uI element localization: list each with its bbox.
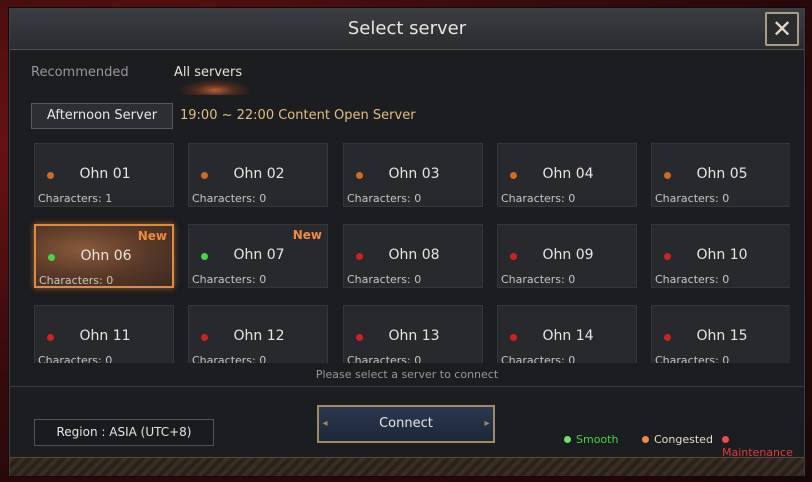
character-count: Characters: 0 <box>501 273 576 286</box>
server-name: Ohn 05 <box>696 166 748 182</box>
server-name: Ohn 04 <box>542 166 594 182</box>
server-group-button[interactable]: Afternoon Server <box>31 103 173 129</box>
character-count: Characters: 0 <box>655 192 730 205</box>
server-name: Ohn 06 <box>80 248 132 264</box>
divider <box>10 386 804 387</box>
server-name: Ohn 09 <box>542 247 594 263</box>
tab-all-servers[interactable]: All servers <box>174 65 242 80</box>
server-card[interactable]: Ohn 03 Characters: 0 <box>343 143 483 207</box>
character-count: Characters: 0 <box>501 192 576 205</box>
server-card[interactable]: Ohn 10 Characters: 0 <box>651 224 790 288</box>
tab-recommended[interactable]: Recommended <box>31 65 129 80</box>
server-name: Ohn 14 <box>542 328 594 344</box>
connect-button[interactable]: ◂ Connect ▸ <box>317 405 495 443</box>
character-count: Characters: 0 <box>347 192 422 205</box>
server-name: Ohn 13 <box>388 328 440 344</box>
active-tab-indicator <box>178 79 252 95</box>
maintenance-dot-icon <box>722 435 729 443</box>
smooth-dot-icon <box>564 435 571 443</box>
server-name: Ohn 01 <box>79 166 131 182</box>
congested-dot-icon <box>642 435 649 443</box>
dialog-title: Select server <box>347 18 467 39</box>
select-server-dialog: Select server ✕ Recommended All servers … <box>9 8 805 476</box>
server-card[interactable]: Ohn 06 Characters: 0 New <box>34 224 174 288</box>
new-badge: New <box>292 228 322 242</box>
character-count: Characters: 0 <box>655 354 730 363</box>
server-card[interactable]: Ohn 11 Characters: 0 <box>34 305 174 363</box>
new-badge: New <box>137 229 167 243</box>
server-card[interactable]: Ohn 05 Characters: 0 <box>651 143 790 207</box>
server-name: Ohn 15 <box>696 328 748 344</box>
left-cap-icon: ◂ <box>322 418 328 429</box>
server-card[interactable]: Ohn 08 Characters: 0 <box>343 224 483 288</box>
connect-label: Connect <box>379 416 433 431</box>
legend-smooth: Smooth <box>564 433 618 446</box>
connect-hint: Please select a server to connect <box>315 368 499 381</box>
server-card[interactable]: Ohn 01 Characters: 1 <box>34 143 174 207</box>
server-card[interactable]: Ohn 07 Characters: 0 New <box>188 224 328 288</box>
region-selector[interactable]: Region : ASIA (UTC+8) <box>34 419 214 446</box>
decorative-border <box>10 457 804 476</box>
legend-maintenance: Maintenance <box>722 433 804 459</box>
character-count: Characters: 0 <box>192 354 267 363</box>
server-grid: Ohn 01 Characters: 1 Ohn 02 Characters: 0 Oh… <box>30 143 790 363</box>
right-cap-icon: ▸ <box>484 418 490 429</box>
server-card[interactable]: Ohn 09 Characters: 0 <box>497 224 637 288</box>
server-name: Ohn 10 <box>696 247 748 263</box>
character-count: Characters: 1 <box>38 192 113 205</box>
server-card[interactable]: Ohn 14 Characters: 0 <box>497 305 637 363</box>
server-name: Ohn 08 <box>388 247 440 263</box>
server-name: Ohn 07 <box>233 247 285 263</box>
character-count: Characters: 0 <box>38 354 113 363</box>
server-name: Ohn 02 <box>233 166 285 182</box>
server-card[interactable]: Ohn 15 Characters: 0 <box>651 305 790 363</box>
server-name: Ohn 12 <box>233 328 285 344</box>
character-count: Characters: 0 <box>39 274 114 287</box>
legend-label: Smooth <box>576 433 619 446</box>
character-count: Characters: 0 <box>347 273 422 286</box>
server-name: Ohn 03 <box>388 166 440 182</box>
character-count: Characters: 0 <box>347 354 422 363</box>
character-count: Characters: 0 <box>501 354 576 363</box>
server-card[interactable]: Ohn 13 Characters: 0 <box>343 305 483 363</box>
character-count: Characters: 0 <box>655 273 730 286</box>
server-group-description: 19:00 ~ 22:00 Content Open Server <box>180 108 416 123</box>
server-name: Ohn 11 <box>79 328 131 344</box>
title-bar: Select server ✕ <box>10 9 804 50</box>
character-count: Characters: 0 <box>192 273 267 286</box>
server-card[interactable]: Ohn 02 Characters: 0 <box>188 143 328 207</box>
server-card[interactable]: Ohn 04 Characters: 0 <box>497 143 637 207</box>
legend-label: Congested <box>654 433 713 446</box>
server-card[interactable]: Ohn 12 Characters: 0 <box>188 305 328 363</box>
close-icon: ✕ <box>771 15 793 43</box>
character-count: Characters: 0 <box>192 192 267 205</box>
close-button[interactable]: ✕ <box>765 12 799 46</box>
legend-congested: Congested <box>642 433 713 446</box>
